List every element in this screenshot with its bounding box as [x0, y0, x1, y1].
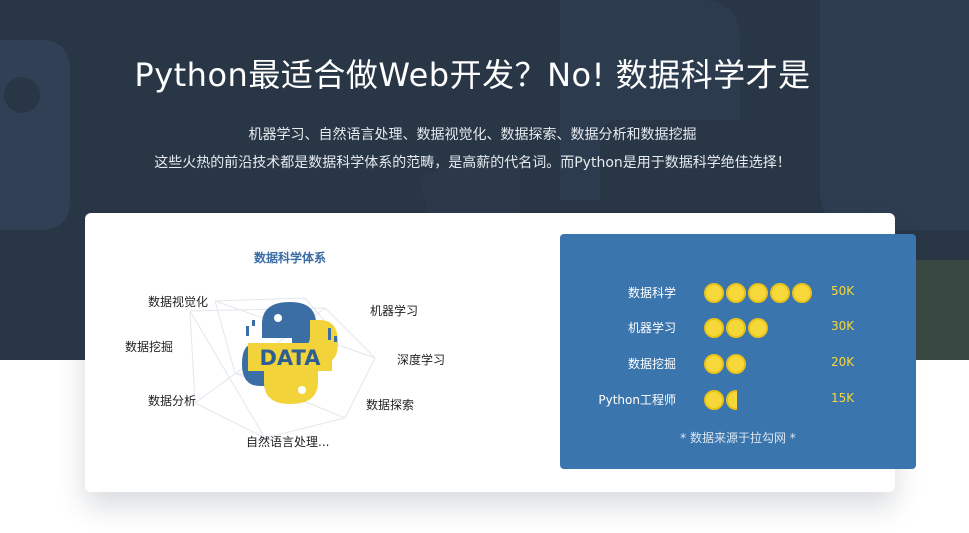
coin-icon — [748, 283, 768, 303]
stats-row-label: 数据科学 — [627, 286, 676, 300]
hero-subtitle-line2: 这些火热的前沿技术都是数据科学体系的范畴，是高薪的代名词。而Python是用于数… — [154, 155, 791, 171]
coin-icon — [726, 318, 746, 338]
stats-row: 机器学习 30K — [560, 317, 916, 339]
stats-row-value: 20K — [831, 355, 855, 369]
coin-icon — [726, 283, 746, 303]
node-nlp: 自然语言处理... — [246, 435, 330, 449]
stats-row-label: Python工程师 — [598, 393, 676, 407]
coin-rating — [704, 390, 739, 410]
coin-icon — [770, 283, 790, 303]
stats-row-value: 15K — [831, 391, 855, 405]
node-data-mining: 数据挖掘 — [125, 340, 174, 354]
node-visualization: 数据视觉化 — [148, 295, 209, 309]
coin-icon — [704, 318, 724, 338]
coin-icon — [704, 354, 724, 374]
node-machine-learning: 机器学习 — [370, 304, 419, 318]
hero-subtitle-line1: 机器学习、自然语言处理、数据视觉化、数据探索、数据分析和数据挖掘 — [248, 127, 697, 143]
coin-rating — [704, 354, 748, 374]
coin-icon — [792, 283, 812, 303]
half-coin-icon — [726, 390, 737, 410]
coin-rating — [704, 283, 814, 303]
stats-row-value: 50K — [831, 284, 855, 298]
stats-row: 数据科学 50K — [560, 282, 916, 304]
salary-stats-panel: 数据科学 50K 机器学习 30K 数据挖掘 20K Python工程师 15K… — [560, 234, 916, 469]
stats-row-label: 机器学习 — [627, 321, 676, 335]
coin-icon — [704, 390, 724, 410]
stats-row: 数据挖掘 20K — [560, 353, 916, 375]
data-science-diagram: 数据科学体系 DATA 数据视觉化 机器学习 数据挖掘 深度学习 数据分析 数据… — [85, 213, 555, 492]
coin-rating — [704, 318, 770, 338]
stats-row-label: 数据挖掘 — [627, 357, 676, 371]
svg-text:DATA: DATA — [259, 346, 321, 370]
stats-row-value: 30K — [831, 319, 855, 333]
coin-icon — [748, 318, 768, 338]
node-data-exploration: 数据探索 — [366, 398, 415, 412]
python-data-logo-icon: DATA — [242, 302, 338, 404]
node-data-analysis: 数据分析 — [148, 394, 197, 408]
coin-icon — [704, 283, 724, 303]
coin-icon — [726, 354, 746, 374]
data-source-note: * 数据来源于拉勾网 * — [680, 431, 796, 445]
node-deep-learning: 深度学习 — [397, 353, 446, 367]
page-title: Python最适合做Web开发？No! 数据科学才是 — [134, 56, 811, 94]
stats-row: Python工程师 15K — [560, 389, 916, 411]
